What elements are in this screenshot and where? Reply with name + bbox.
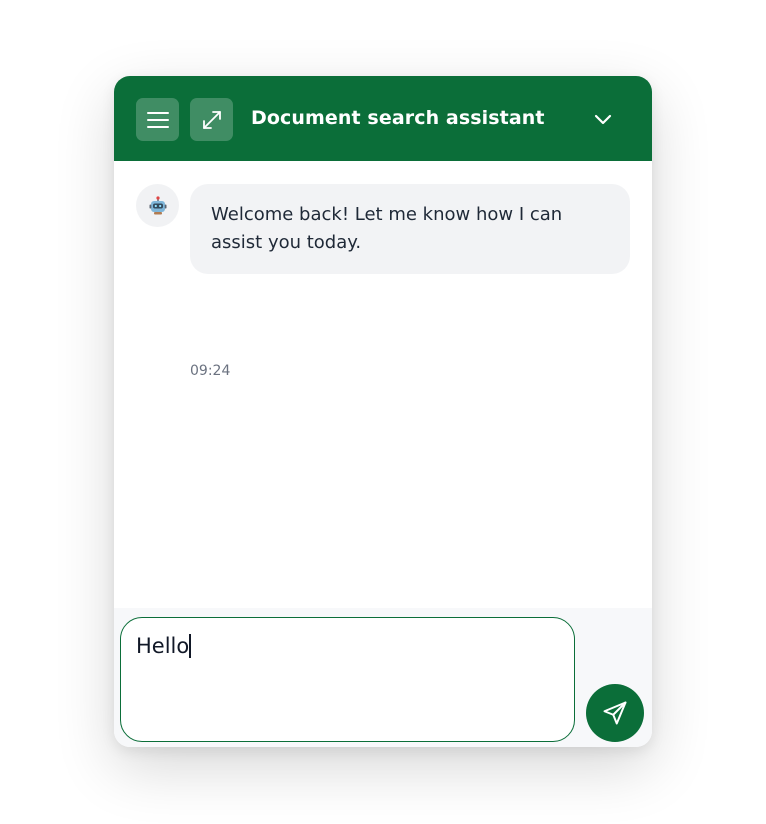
menu-icon [146, 111, 169, 128]
chevron-down-icon [594, 114, 612, 125]
expand-icon [202, 110, 221, 129]
menu-button[interactable] [136, 98, 179, 141]
message-list: Welcome back! Let me know how I can assi… [114, 161, 652, 608]
chat-title: Document search assistant [251, 107, 545, 129]
collapse-button[interactable] [590, 106, 616, 132]
robot-icon [149, 195, 166, 214]
send-button[interactable] [586, 684, 644, 742]
bot-avatar [136, 184, 179, 227]
expand-button[interactable] [190, 98, 233, 141]
chat-header: Document search assistant [114, 76, 652, 161]
text-caret [189, 634, 191, 658]
bot-message: Welcome back! Let me know how I can assi… [190, 184, 630, 274]
send-icon [603, 701, 627, 725]
chat-widget: Document search assistant Welcome back! … [114, 76, 652, 747]
message-input-value: Hello [136, 634, 190, 658]
message-timestamp: 09:24 [190, 363, 231, 379]
message-input[interactable]: Hello [120, 617, 575, 742]
composer: Hello [114, 608, 652, 747]
